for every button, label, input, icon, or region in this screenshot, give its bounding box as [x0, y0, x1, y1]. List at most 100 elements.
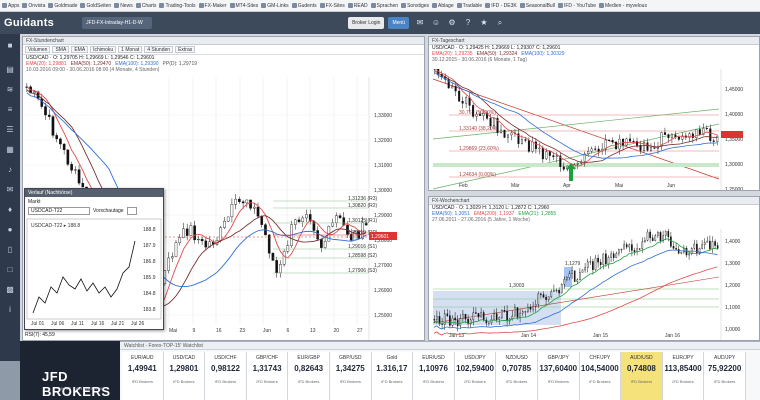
watchlist-item[interactable]: CHF/JPY 104,54000 IFD Brokers	[579, 352, 622, 400]
info-icon[interactable]: i	[4, 304, 16, 316]
bookmark-item[interactable]: FX-Sites	[319, 3, 345, 9]
monitor-icon[interactable]: ▤	[4, 64, 16, 76]
watchlist-item[interactable]: AUD/JPY 75,92200 IFD Brokers	[704, 352, 746, 400]
watchlist-item[interactable]: GBP/CHF 1,31743 IFD Brokers	[246, 352, 289, 400]
guidants-logo[interactable]: Guidants	[4, 17, 54, 29]
chart-tool-button[interactable]: Volumen	[25, 46, 51, 53]
bookmark-item[interactable]: READ	[347, 3, 368, 9]
chart-tool-button[interactable]: Extras	[175, 46, 196, 53]
watchlist-item[interactable]: EUR/GBP 0,82643 IFD Brokers	[288, 352, 330, 400]
bookmark-item[interactable]: GM-Links	[261, 3, 289, 9]
pin-icon[interactable]: ●	[4, 224, 16, 236]
bookmark-item[interactable]: Tradable	[456, 3, 482, 9]
chat-icon[interactable]: ✉	[4, 184, 16, 196]
candle-body	[579, 272, 581, 280]
menu-button[interactable]: Menü	[388, 17, 409, 29]
mini-settings-icon[interactable]	[126, 207, 137, 215]
bookmark-item[interactable]: FX-Maker	[198, 3, 227, 9]
grid-icon[interactable]: ▩	[4, 284, 16, 296]
watchlist-item[interactable]: GBP/JPY 137,60400 IFD Brokers	[537, 352, 580, 400]
watchlist-price: 1,34275	[335, 364, 365, 373]
mini-quote-window[interactable]: Verlauf (Nachbörse) Markt USDCAD-T22 Vor…	[24, 188, 164, 330]
chart-tool-button[interactable]: SMA	[52, 46, 70, 53]
bookmark-item[interactable]: IFD - YouTube	[557, 3, 596, 9]
chart-tool-button[interactable]: EMA	[71, 46, 89, 53]
candle-body	[663, 132, 666, 135]
watchlist-item[interactable]: USD/JPY 102,59400 IFD Brokers	[454, 352, 497, 400]
broker-login-button[interactable]: Broker Login	[348, 17, 385, 29]
watchlist-item[interactable]: GBP/USD 1,34275 IFD Brokers	[329, 352, 372, 400]
watchlist-item[interactable]: Gold 1.316,17 IFD Brokers	[371, 352, 414, 400]
chart-panel-weekly[interactable]: FX-Wochenchart USD/CAD · O: 1,3029 H: 1,…	[428, 196, 760, 341]
x-tick-label: 13	[310, 328, 316, 334]
chart-icon[interactable]: ≋	[4, 84, 16, 96]
watchlist-broker: IFD Brokers	[339, 379, 361, 384]
watchlist-item[interactable]: EUR/USD 1,10976 IFD Brokers	[413, 352, 455, 400]
bookmark-favicon-icon	[347, 3, 353, 8]
candle-body	[51, 116, 55, 136]
x-tick-label: 20	[334, 328, 340, 334]
help-icon[interactable]: ?	[463, 18, 473, 28]
trophy-icon[interactable]: ♦	[4, 204, 16, 216]
bookmark-item[interactable]: SeasonalBull	[519, 3, 555, 9]
bookmark-item[interactable]: MT4-Sites	[229, 3, 258, 9]
candle-body	[293, 219, 297, 225]
mini-symbol-select[interactable]: USDCAD-T22	[28, 207, 90, 215]
bookmark-item[interactable]: IFD - DE3K	[485, 3, 517, 9]
bookmark-item[interactable]: Apps	[2, 3, 19, 9]
y-tick-label: 1,4000	[725, 239, 741, 245]
chart-tool-button[interactable]: 4 Stunden	[144, 46, 174, 53]
news-icon[interactable]: ☰	[4, 124, 16, 136]
chart-tool-button[interactable]: 1 Monat	[118, 46, 143, 53]
bookmark-item[interactable]: Onvista	[22, 3, 45, 9]
bell-alert-icon[interactable]: ♪	[4, 164, 16, 176]
candle-body	[541, 147, 544, 160]
bookmark-item[interactable]: Gudents	[291, 3, 317, 9]
candle-body	[612, 253, 615, 258]
chart-panel-daily[interactable]: FX-Tageschart USD/CAD · O: 1,29425 H: 1,…	[428, 36, 760, 191]
rsi-label: RSI(7): 45,59	[25, 332, 55, 338]
user-icon[interactable]: ☺	[431, 18, 441, 28]
search-icon[interactable]: ⌕	[495, 18, 505, 28]
calendar-icon[interactable]: ▦	[4, 144, 16, 156]
bookmark-item[interactable]: Goldmade	[48, 3, 77, 9]
list-icon[interactable]: ≡	[4, 104, 16, 116]
watchlist-item[interactable]: AUD/USD 0,74808 IFD Brokers	[621, 352, 663, 400]
watchlist-item[interactable]: EUR/AUD 1,49941 IFD Brokers	[122, 352, 164, 400]
watchlist-broker: IFD Brokers	[173, 379, 195, 384]
x-tick-label: Jan 14	[521, 333, 536, 339]
folder-icon[interactable]: ▯	[4, 244, 16, 256]
chart-tool-button[interactable]: Ichimoku	[90, 46, 117, 53]
bookmark-item[interactable]: Sonstiges	[401, 3, 429, 9]
candle-body	[625, 244, 628, 248]
daily-chart-plot[interactable]: 1,450001,400001,350001,300001,25000Feb Mä…	[429, 69, 760, 191]
candle-body	[472, 105, 475, 117]
pivot-level-label: 1,30125 (R1)	[348, 218, 378, 224]
bookmark-item[interactable]: Sprachen	[370, 3, 398, 9]
bookmark-item[interactable]: News	[114, 3, 133, 9]
star-icon[interactable]: ★	[479, 18, 489, 28]
bookmark-favicon-icon	[22, 3, 28, 8]
candle-body	[510, 132, 513, 136]
pivot-level-label: 1,28598 (S2)	[348, 253, 377, 259]
bookmark-item[interactable]: GoldSeiten	[80, 3, 111, 9]
gear-icon[interactable]: ⚙	[447, 18, 457, 28]
weekly-chart-plot[interactable]: 1,40001,30001,20001,10001,0000Jan 13 Jan …	[429, 229, 760, 341]
workspace-select[interactable]: JFD-FX-Intraday-H1-D-W	[82, 17, 153, 29]
watchlist-item[interactable]: USD/CHF 0,98122 IFD Brokers	[205, 352, 247, 400]
candle-body	[605, 253, 607, 265]
y-tick-label: 1,32000	[374, 138, 392, 144]
bookmark-item[interactable]: Charts	[135, 3, 156, 9]
bookmark-item[interactable]: Ablage	[432, 3, 454, 9]
document-icon[interactable]: □	[4, 264, 16, 276]
bookmark-item[interactable]: Trading-Tools	[159, 3, 196, 9]
mini-chart-frame	[26, 218, 162, 320]
watchlist-item[interactable]: EUR/JPY 113,85400 IFD Brokers	[662, 352, 705, 400]
candle-body	[480, 312, 482, 318]
watchlist-item[interactable]: NZD/USD 0,70785 IFD Brokers	[496, 352, 538, 400]
avatar-small-icon[interactable]: ■	[4, 40, 16, 52]
bell-icon[interactable]: ✉	[415, 18, 425, 28]
bookmark-item[interactable]: Medien - myvelous	[599, 3, 647, 9]
panel-title: FX-Stundenchart	[23, 37, 424, 45]
watchlist-item[interactable]: USD/CAD 1,29801 IFD Brokers	[163, 352, 206, 400]
